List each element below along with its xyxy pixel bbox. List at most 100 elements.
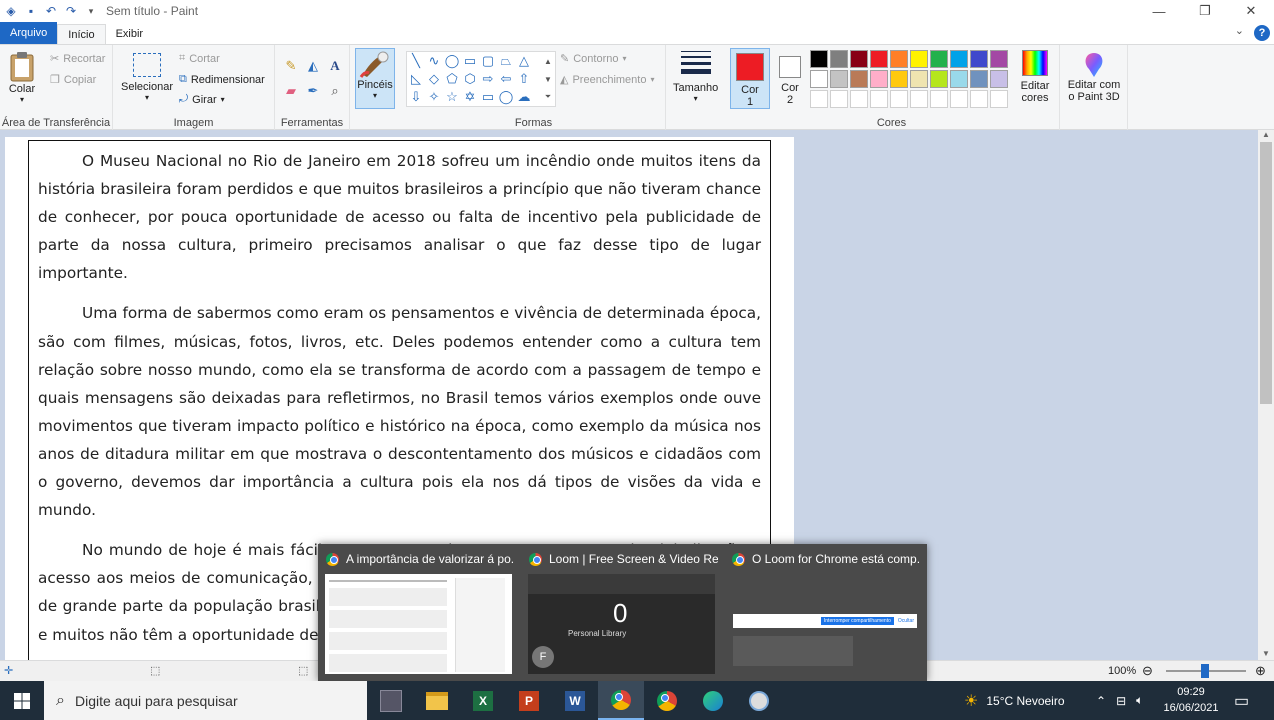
palette-color-swatch[interactable] xyxy=(890,70,908,88)
tab-home[interactable]: Início xyxy=(57,24,106,44)
custom-color-slot[interactable] xyxy=(870,90,888,108)
minimize-button[interactable]: — xyxy=(1136,0,1182,22)
edit-with-paint3d-button[interactable]: Editar com o Paint 3D xyxy=(1064,51,1124,103)
help-icon[interactable]: ? xyxy=(1254,25,1270,41)
crop-button[interactable]: ⌗ Cortar xyxy=(179,52,220,65)
clock[interactable]: 09:29 16/06/2021 xyxy=(1160,684,1222,716)
palette-color-swatch[interactable] xyxy=(890,50,908,68)
palette-color-swatch[interactable] xyxy=(830,70,848,88)
zoom-in-button[interactable]: ⊕ xyxy=(1255,663,1266,679)
show-hidden-icons-icon[interactable]: ⌃ xyxy=(1096,694,1106,708)
volume-icon[interactable]: 🔈︎ xyxy=(1136,693,1143,708)
close-button[interactable]: ✕ xyxy=(1228,0,1274,22)
edit-colors-button[interactable]: Editar cores xyxy=(1016,50,1054,104)
right-arrow-shape-icon[interactable]: ⇨ xyxy=(480,71,496,87)
fill-button[interactable]: ◭ Preenchimento ▾ xyxy=(560,73,654,87)
taskbar-powerpoint[interactable]: P xyxy=(506,681,552,720)
redo-icon[interactable]: ↷ xyxy=(64,4,78,18)
palette-color-swatch[interactable] xyxy=(970,50,988,68)
up-arrow-shape-icon[interactable]: ⇧ xyxy=(516,71,532,87)
taskbar-paint[interactable] xyxy=(736,681,782,720)
tab-file[interactable]: Arquivo xyxy=(0,22,58,44)
taskbar-app-photo[interactable] xyxy=(368,681,414,720)
taskbar-file-explorer[interactable] xyxy=(414,681,460,720)
palette-color-swatch[interactable] xyxy=(970,70,988,88)
cloud-callout-shape-icon[interactable]: ☁ xyxy=(516,89,532,105)
triangle-shape-icon[interactable]: △ xyxy=(516,53,532,69)
shapes-scroll-up-icon[interactable]: ▲ xyxy=(540,53,556,69)
taskbar-word[interactable]: W xyxy=(552,681,598,720)
custom-color-slot[interactable] xyxy=(810,90,828,108)
notifications-icon[interactable]: ▭ xyxy=(1234,681,1249,720)
size-button[interactable]: Tamanho ▾ xyxy=(673,51,718,103)
palette-color-swatch[interactable] xyxy=(930,50,948,68)
weather-widget[interactable]: ☀ 15°C Nevoeiro xyxy=(964,681,1065,720)
custom-color-slot[interactable] xyxy=(970,90,988,108)
preview-window-3[interactable]: O Loom for Chrome está comp... Interromp… xyxy=(724,544,927,681)
five-point-star-shape-icon[interactable]: ☆ xyxy=(444,89,460,105)
start-button[interactable] xyxy=(0,681,44,720)
palette-color-swatch[interactable] xyxy=(990,50,1008,68)
left-arrow-shape-icon[interactable]: ⇦ xyxy=(498,71,514,87)
palette-color-swatch[interactable] xyxy=(850,50,868,68)
custom-color-slot[interactable] xyxy=(930,90,948,108)
network-icon[interactable]: ⊟ xyxy=(1116,694,1126,708)
copy-button[interactable]: ❐ Copiar xyxy=(50,73,96,87)
palette-color-swatch[interactable] xyxy=(810,70,828,88)
custom-color-slot[interactable] xyxy=(890,90,908,108)
palette-color-swatch[interactable] xyxy=(930,70,948,88)
collapse-ribbon-icon[interactable]: ⌄ xyxy=(1235,24,1244,37)
palette-color-swatch[interactable] xyxy=(910,50,928,68)
right-triangle-shape-icon[interactable]: ◺ xyxy=(408,71,424,87)
eraser-icon[interactable]: ▰ xyxy=(283,83,299,99)
color2-button[interactable]: Cor 2 xyxy=(774,48,806,109)
undo-icon[interactable]: ↶ xyxy=(44,4,58,18)
taskbar-edge[interactable] xyxy=(690,681,736,720)
outline-button[interactable]: ✎ Contorno ▾ xyxy=(560,52,627,66)
select-button[interactable]: Selecionar ▾ xyxy=(121,53,173,102)
oval-callout-shape-icon[interactable]: ◯ xyxy=(498,89,514,105)
down-arrow-shape-icon[interactable]: ⇩ xyxy=(408,89,424,105)
rotate-button[interactable]: ⤾ Girar ▾ xyxy=(179,93,225,106)
rounded-rect-shape-icon[interactable]: ▢ xyxy=(480,53,496,69)
taskbar-chrome-2[interactable] xyxy=(644,681,690,720)
color1-button[interactable]: Cor 1 xyxy=(730,48,770,109)
line-shape-icon[interactable]: ╲ xyxy=(408,53,424,69)
zoom-slider-thumb[interactable] xyxy=(1201,664,1209,678)
curve-shape-icon[interactable]: ∿ xyxy=(426,53,442,69)
custom-color-slot[interactable] xyxy=(990,90,1008,108)
vertical-scrollbar[interactable]: ▲ ▼ xyxy=(1258,130,1274,660)
color-picker-icon[interactable]: ✒ xyxy=(305,83,321,99)
custom-color-slot[interactable] xyxy=(850,90,868,108)
rectangle-shape-icon[interactable]: ▭ xyxy=(462,53,478,69)
four-point-star-shape-icon[interactable]: ✧ xyxy=(426,89,442,105)
pentagon-shape-icon[interactable]: ⬠ xyxy=(444,71,460,87)
shapes-expand-icon[interactable]: ⏷ xyxy=(540,89,556,105)
custom-color-slot[interactable] xyxy=(950,90,968,108)
pencil-icon[interactable]: ✎ xyxy=(283,58,299,74)
zoom-out-button[interactable]: ⊖ xyxy=(1142,663,1153,679)
magnifier-icon[interactable]: ⌕ xyxy=(327,83,343,99)
select-dropdown-icon[interactable]: ▾ xyxy=(145,93,149,102)
text-tool-icon[interactable]: A xyxy=(327,58,343,74)
scroll-up-icon[interactable]: ▲ xyxy=(1258,130,1274,139)
save-icon[interactable]: ▪ xyxy=(24,4,38,18)
preview-window-2[interactable]: Loom | Free Screen & Video Re... 0 Perso… xyxy=(521,544,724,681)
rect-callout-shape-icon[interactable]: ▭ xyxy=(480,89,496,105)
oval-shape-icon[interactable]: ◯ xyxy=(444,53,460,69)
custom-color-slot[interactable] xyxy=(830,90,848,108)
brushes-button[interactable]: Pincéis ▾ xyxy=(355,48,395,109)
resize-button[interactable]: ⧉ Redimensionar xyxy=(179,73,265,86)
custom-color-slot[interactable] xyxy=(910,90,928,108)
palette-color-swatch[interactable] xyxy=(830,50,848,68)
hexagon-shape-icon[interactable]: ⬡ xyxy=(462,71,478,87)
taskbar-search-box[interactable]: ⌕ Digite aqui para pesquisar xyxy=(44,681,367,720)
paste-button[interactable]: Colar ▾ xyxy=(8,51,36,104)
tab-view[interactable]: Exibir xyxy=(106,24,154,44)
palette-color-swatch[interactable] xyxy=(950,50,968,68)
scroll-down-icon[interactable]: ▼ xyxy=(1258,649,1274,658)
scrollbar-thumb[interactable] xyxy=(1260,142,1272,404)
paste-dropdown-icon[interactable]: ▾ xyxy=(20,95,24,104)
palette-color-swatch[interactable] xyxy=(810,50,828,68)
palette-color-swatch[interactable] xyxy=(870,70,888,88)
